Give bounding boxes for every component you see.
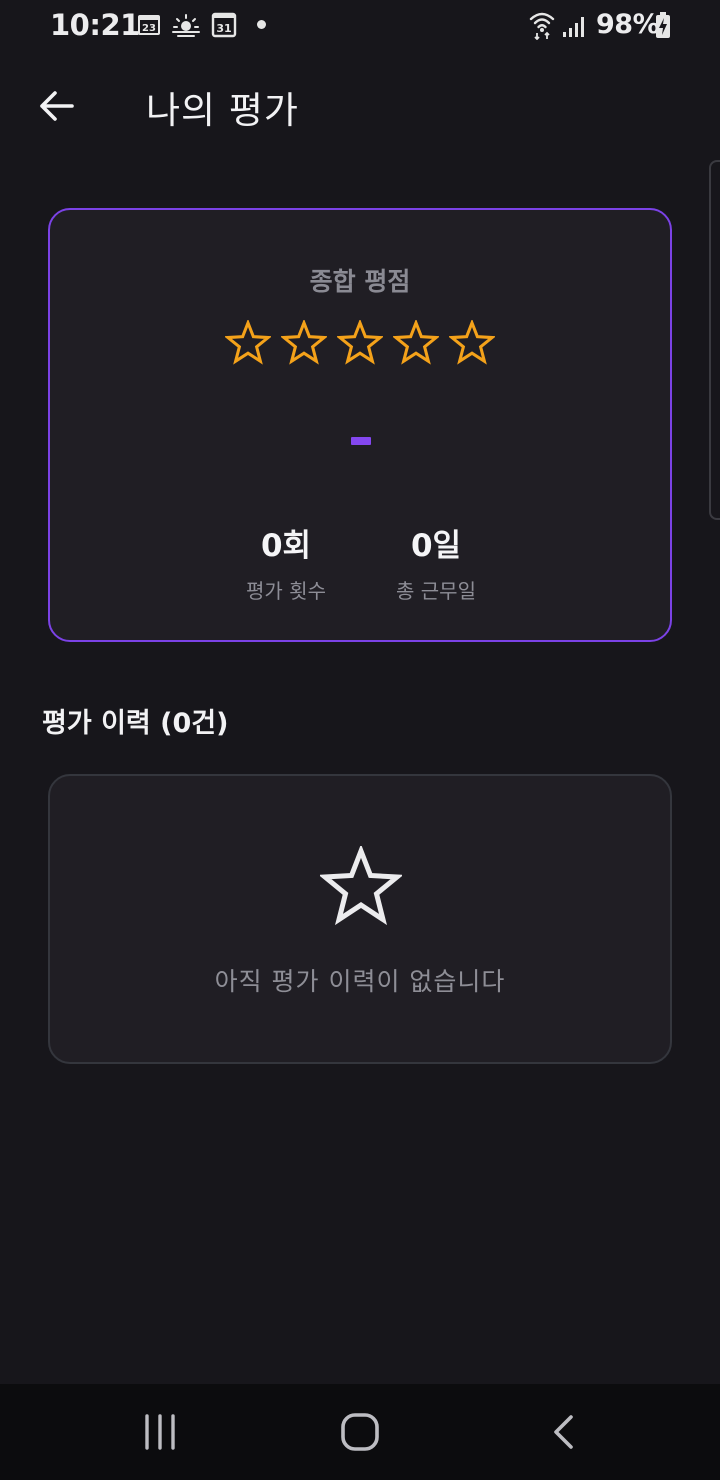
app-bar: 나의 평가 (0, 62, 720, 150)
history-section-title: 평가 이력 (0건) (42, 708, 229, 739)
star-outline-icon (320, 846, 402, 926)
stat-label: 총 근무일 (396, 579, 476, 603)
stat-value: 0회 (260, 528, 312, 564)
calendar-day-text: 23 (142, 23, 156, 34)
rating-stars (50, 320, 670, 366)
recent-apps-icon (145, 1414, 175, 1450)
system-nav-bar (0, 1384, 720, 1480)
calendar-date-icon: 31 (211, 12, 237, 38)
recent-apps-button[interactable] (130, 1406, 190, 1458)
wifi-icon (529, 12, 555, 40)
star-outline-icon (393, 320, 439, 365)
star-outline-icon (449, 320, 495, 365)
calendar-icon: 23 (138, 15, 160, 35)
summary-card: 종합 평점 0회 평가 횟수 0일 총 근무일 (48, 208, 672, 642)
back-icon (554, 1415, 573, 1449)
back-nav-button[interactable] (534, 1406, 594, 1458)
summary-label: 종합 평점 (309, 267, 411, 296)
signal-icon (563, 17, 584, 37)
star-outline-icon (337, 320, 383, 365)
stat-review-count: 0회 평가 횟수 (216, 520, 356, 604)
stat-work-days: 0일 총 근무일 (366, 520, 506, 604)
stat-value: 0일 (410, 528, 462, 564)
battery-percent: 98% (596, 9, 660, 40)
stat-label: 평가 횟수 (246, 579, 326, 603)
screen: 10:21 23 31 98% 나의 평가 종합 평점 0회 평가 횟수 0일 … (0, 0, 720, 1480)
status-bar: 10:21 23 31 98% (0, 0, 720, 52)
home-button[interactable] (330, 1406, 390, 1458)
weather-icon (172, 14, 200, 37)
edge-panel-handle[interactable] (709, 160, 720, 520)
star-outline-icon (281, 320, 327, 365)
rating-value-placeholder (351, 437, 371, 445)
back-button[interactable] (26, 76, 86, 136)
page-title: 나의 평가 (146, 89, 299, 132)
star-outline-icon (225, 320, 271, 365)
arrow-left-icon (40, 91, 74, 121)
history-empty-card: 아직 평가 이력이 없습니다 (48, 774, 672, 1064)
notification-dot-icon (257, 20, 266, 29)
battery-charging-icon (656, 12, 670, 38)
status-time: 10:21 (50, 8, 140, 42)
home-icon (341, 1413, 379, 1451)
empty-history-text: 아직 평가 이력이 없습니다 (214, 967, 506, 996)
calendar-date-text: 31 (216, 22, 231, 35)
